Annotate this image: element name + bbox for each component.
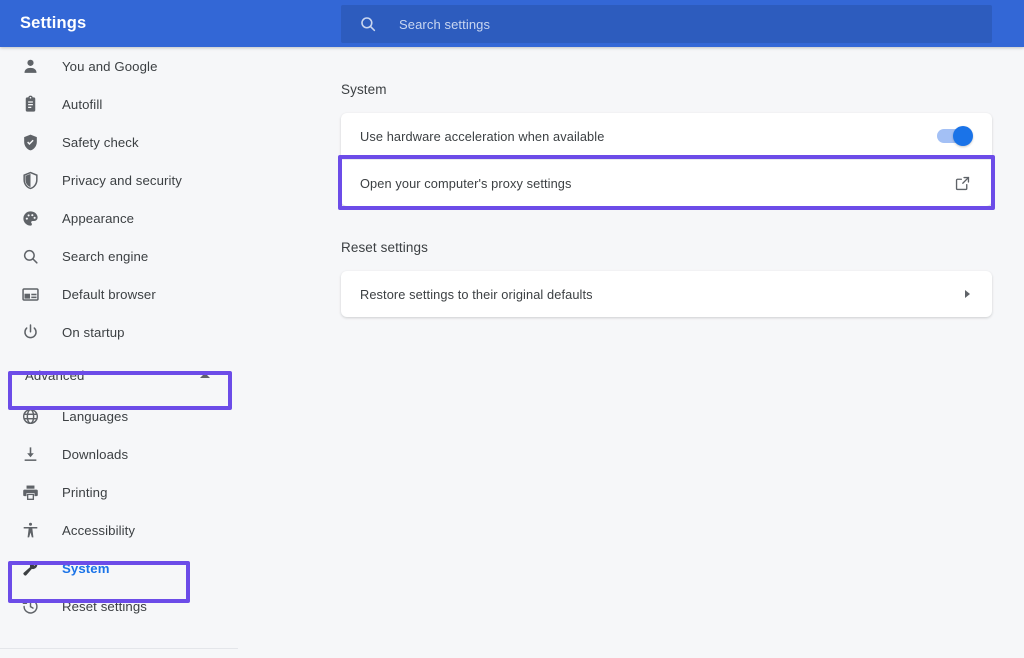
shield-half-icon	[20, 170, 40, 190]
magnifier-icon	[20, 246, 40, 266]
sidebar-item-label: Reset settings	[62, 599, 147, 614]
sidebar-item-label: Accessibility	[62, 523, 135, 538]
printer-icon	[20, 482, 40, 502]
sidebar-item-default-browser[interactable]: Default browser	[0, 275, 240, 313]
download-icon	[20, 444, 40, 464]
sidebar-item-accessibility[interactable]: Accessibility	[0, 511, 240, 549]
sidebar-item-label: Autofill	[62, 97, 102, 112]
sidebar-item-label: Default browser	[62, 287, 156, 302]
row-label: Open your computer's proxy settings	[360, 176, 954, 191]
sidebar-item-languages[interactable]: Languages	[0, 397, 240, 435]
sidebar-item-label: Appearance	[62, 211, 134, 226]
shield-check-icon	[20, 132, 40, 152]
sidebar-item-label: Privacy and security	[62, 173, 182, 188]
sidebar-item-search-engine[interactable]: Search engine	[0, 237, 240, 275]
sidebar-item-system[interactable]: System	[0, 549, 240, 587]
sidebar-item-printing[interactable]: Printing	[0, 473, 240, 511]
app-header: Settings Search settings	[0, 0, 1024, 47]
sidebar-item-reset-settings[interactable]: Reset settings	[0, 587, 240, 625]
sidebar-item-privacy-and-security[interactable]: Privacy and security	[0, 161, 240, 199]
search-icon	[359, 15, 377, 33]
sidebar-item-label: Search engine	[62, 249, 148, 264]
row-label: Restore settings to their original defau…	[360, 287, 965, 302]
sidebar: You and Google Autofill Safety check Pri…	[0, 47, 240, 648]
clipboard-icon	[20, 94, 40, 114]
reset-settings-card: Restore settings to their original defau…	[341, 271, 992, 317]
person-icon	[20, 56, 40, 76]
section-title-system: System	[341, 82, 387, 97]
sidebar-advanced-expander[interactable]: Advanced	[14, 357, 222, 393]
chevron-right-icon	[965, 290, 970, 298]
toggle-knob	[953, 126, 973, 146]
chevron-up-icon	[200, 373, 210, 378]
sidebar-divider	[0, 648, 238, 649]
sidebar-advanced-label: Advanced	[25, 368, 200, 383]
sidebar-item-label: Safety check	[62, 135, 139, 150]
sidebar-item-downloads[interactable]: Downloads	[0, 435, 240, 473]
sidebar-item-label: Printing	[62, 485, 108, 500]
section-title-reset-settings: Reset settings	[341, 240, 428, 255]
row-proxy-settings[interactable]: Open your computer's proxy settings	[341, 160, 992, 206]
sidebar-item-label: System	[62, 561, 110, 576]
page-title: Settings	[20, 14, 86, 33]
sidebar-item-label: You and Google	[62, 59, 158, 74]
history-icon	[20, 596, 40, 616]
external-link-icon	[954, 175, 971, 192]
sidebar-item-label: Downloads	[62, 447, 128, 462]
main-content: System Use hardware acceleration when av…	[240, 47, 1024, 658]
wrench-icon	[20, 558, 40, 578]
row-restore-defaults[interactable]: Restore settings to their original defau…	[341, 271, 992, 317]
sidebar-item-label: Languages	[62, 409, 128, 424]
sidebar-item-autofill[interactable]: Autofill	[0, 85, 240, 123]
hardware-acceleration-toggle[interactable]	[937, 129, 971, 143]
search-placeholder: Search settings	[399, 17, 490, 32]
globe-icon	[20, 406, 40, 426]
palette-icon	[20, 208, 40, 228]
sidebar-item-you-and-google[interactable]: You and Google	[0, 47, 240, 85]
accessibility-icon	[20, 520, 40, 540]
browser-window-icon	[20, 284, 40, 304]
system-settings-card: Use hardware acceleration when available…	[341, 113, 992, 206]
sidebar-item-on-startup[interactable]: On startup	[0, 313, 240, 351]
row-hardware-acceleration[interactable]: Use hardware acceleration when available	[341, 113, 992, 159]
search-input[interactable]: Search settings	[341, 5, 992, 43]
sidebar-item-label: On startup	[62, 325, 125, 340]
sidebar-item-safety-check[interactable]: Safety check	[0, 123, 240, 161]
row-label: Use hardware acceleration when available	[360, 129, 937, 144]
sidebar-item-appearance[interactable]: Appearance	[0, 199, 240, 237]
power-icon	[20, 322, 40, 342]
